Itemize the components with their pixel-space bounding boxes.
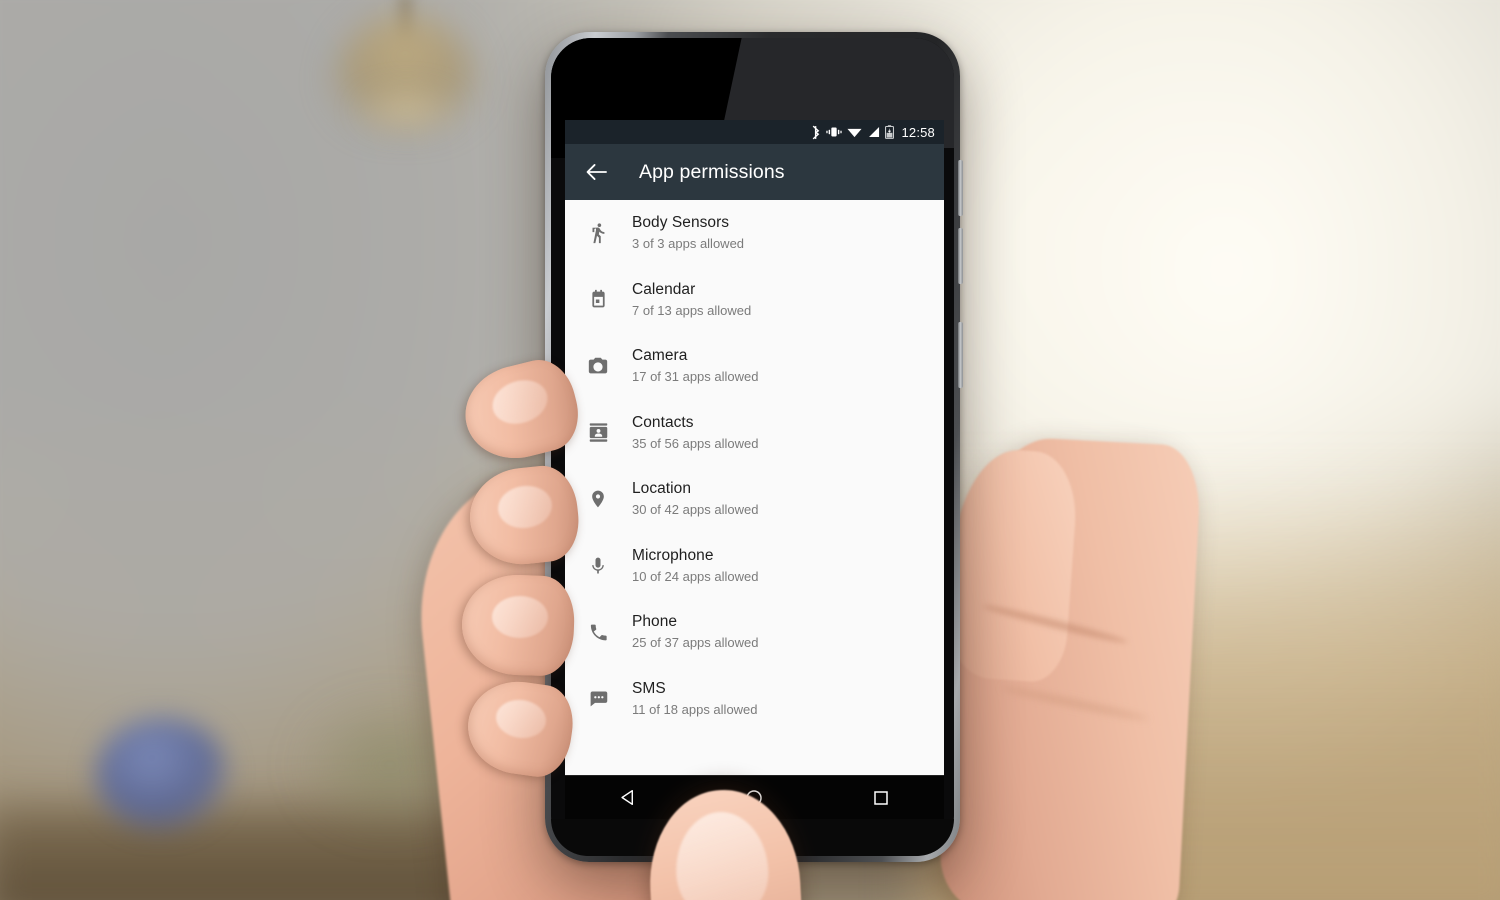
status-bar-clock: 12:58 [901,124,935,140]
list-item[interactable]: Contacts 35 of 56 apps allowed [565,400,944,467]
list-item-subtitle: 10 of 24 apps allowed [632,568,759,584]
power-button[interactable] [958,322,963,388]
wifi-icon [847,126,862,138]
list-item-title: Microphone [632,546,714,564]
background-blue-object [96,718,228,830]
location-icon [579,488,617,510]
list-item-subtitle: 30 of 42 apps allowed [632,502,759,518]
back-triangle-icon[interactable] [605,782,651,814]
list-item-subtitle: 17 of 31 apps allowed [632,369,759,385]
volume-up-button[interactable] [958,160,963,216]
list-item-title: Phone [632,613,678,631]
list-item-title: Contacts [632,413,694,431]
smartphone-device: 12:58 App permissions Body Sensors 3 of … [545,32,963,862]
list-item-subtitle: 35 of 56 apps allowed [632,435,759,451]
list-item[interactable]: Calendar 7 of 13 apps allowed [565,267,944,334]
list-item[interactable]: Location 30 of 42 apps allowed [565,466,944,533]
phone-icon [579,622,617,643]
left-hand-ring-fingernail [492,596,548,638]
bluetooth-icon [811,125,821,140]
list-item[interactable]: Phone 25 of 37 apps allowed [565,599,944,666]
list-item-subtitle: 7 of 13 apps allowed [632,302,752,318]
list-item-subtitle: 11 of 18 apps allowed [632,701,758,717]
microphone-icon [579,555,617,577]
recents-square-icon[interactable] [858,782,904,814]
cellular-signal-icon [867,126,880,138]
page-title: App permissions [639,160,785,183]
camera-icon [579,355,617,377]
battery-icon [885,125,895,139]
contacts-icon [579,422,617,443]
list-item-title: Body Sensors [632,214,730,232]
status-bar: 12:58 [565,120,944,144]
list-item-title: SMS [632,679,666,697]
list-item-text: Camera 17 of 31 apps allowed [632,346,758,386]
list-item[interactable]: Camera 17 of 31 apps allowed [565,333,944,400]
list-item[interactable]: Body Sensors 3 of 3 apps allowed [565,200,944,267]
list-item-text: Body Sensors 3 of 3 apps allowed [632,213,744,253]
list-item-text: Calendar 7 of 13 apps allowed [632,280,751,320]
list-item[interactable]: SMS 11 of 18 apps allowed [565,666,944,733]
back-arrow-icon[interactable] [579,155,613,189]
body-sensors-icon [579,222,617,244]
photo-scene: 12:58 App permissions Body Sensors 3 of … [0,0,1500,900]
pendant-lamp-glow [352,86,462,134]
list-item-title: Calendar [632,280,696,298]
list-item-title: Camera [632,347,688,365]
phone-screen: 12:58 App permissions Body Sensors 3 of … [565,120,944,775]
list-item-subtitle: 25 of 37 apps allowed [632,635,759,651]
list-item-text: Location 30 of 42 apps allowed [632,479,758,519]
calendar-icon [579,289,617,310]
list-item-text: Microphone 10 of 24 apps allowed [632,546,758,586]
list-item-title: Location [632,480,692,498]
list-item-subtitle: 3 of 3 apps allowed [632,236,745,252]
volume-down-button[interactable] [958,228,963,284]
list-item-text: Contacts 35 of 56 apps allowed [632,413,758,453]
vibrate-icon [826,125,843,139]
list-item-text: Phone 25 of 37 apps allowed [632,612,758,652]
permissions-list[interactable]: Body Sensors 3 of 3 apps allowed Calenda… [565,200,944,775]
list-item-text: SMS 11 of 18 apps allowed [632,679,758,719]
app-toolbar: App permissions [565,144,944,200]
list-item[interactable]: Microphone 10 of 24 apps allowed [565,533,944,600]
sms-icon [579,688,617,709]
